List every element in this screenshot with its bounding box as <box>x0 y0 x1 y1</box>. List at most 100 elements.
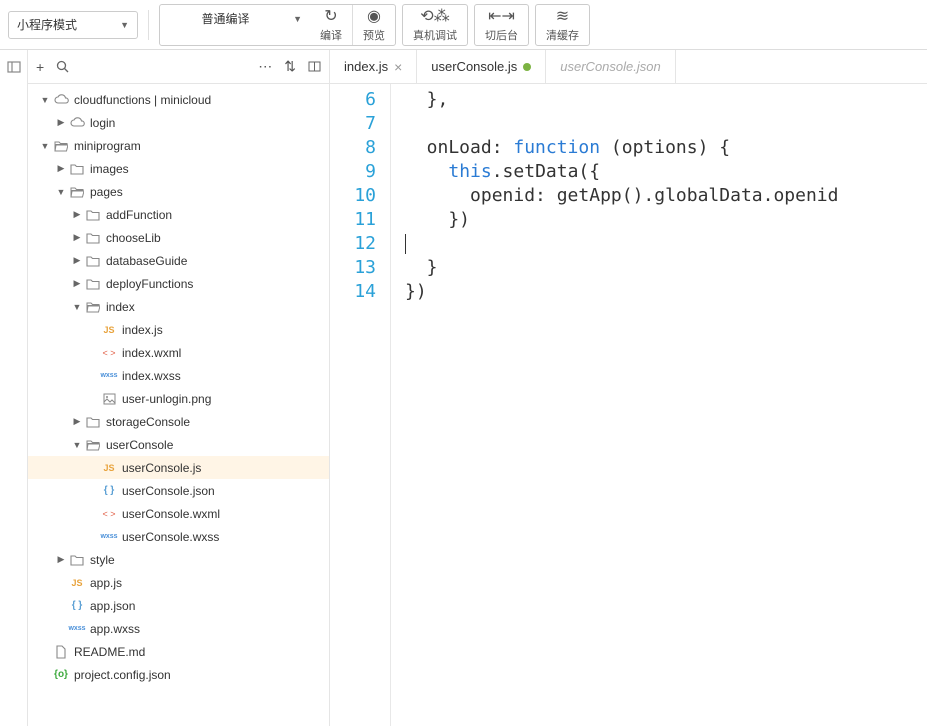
code-line: }) <box>405 208 838 232</box>
file-type-icon <box>68 163 86 175</box>
chevron-icon: ▶ <box>70 278 84 289</box>
background-button[interactable]: ⇤⇥ 切后台 <box>475 5 528 45</box>
tree-item-label: index.js <box>122 323 163 337</box>
tree-item-label: index.wxss <box>122 369 181 383</box>
tree-item[interactable]: user-unlogin.png <box>28 387 329 410</box>
tree-item[interactable]: ▶ deployFunctions <box>28 272 329 295</box>
chevron-icon: ▶ <box>54 554 68 565</box>
real-device-group: ⟲⁂ 真机调试 <box>402 4 468 46</box>
chevron-icon: ▼ <box>70 302 84 312</box>
chevron-icon: ▼ <box>70 440 84 450</box>
tree-item[interactable]: README.md <box>28 640 329 663</box>
code-editor[interactable]: 67891011121314 }, onLoad: function (opti… <box>330 84 927 726</box>
real-device-label: 真机调试 <box>413 27 457 43</box>
tree-item[interactable]: ▶login <box>28 111 329 134</box>
tree-item[interactable]: {o}project.config.json <box>28 663 329 686</box>
tree-item[interactable]: ▶ style <box>28 548 329 571</box>
preview-label: 预览 <box>363 27 385 43</box>
sidebar-toggle-icon[interactable] <box>3 56 25 78</box>
tree-item-label: userConsole.wxml <box>122 507 220 521</box>
modified-dot-icon <box>523 63 531 71</box>
tree-item[interactable]: ▶addFunction <box>28 203 329 226</box>
editor-tab[interactable]: userConsole.js <box>417 50 546 83</box>
line-number: 14 <box>330 280 376 304</box>
tree-item[interactable]: ▶images <box>28 157 329 180</box>
compile-dropdown-label: 普通编译 <box>202 10 250 27</box>
editor-tab[interactable]: userConsole.json <box>546 50 675 83</box>
split-icon[interactable] <box>308 60 321 73</box>
tab-label: userConsole.json <box>560 59 660 74</box>
tree-item-label: storageConsole <box>106 415 190 429</box>
tree-item[interactable]: JS index.js <box>28 318 329 341</box>
tree-item[interactable]: ▼ pages <box>28 180 329 203</box>
compile-button[interactable]: ↻ 编译 <box>310 5 353 45</box>
mode-dropdown-label: 小程序模式 <box>17 16 77 33</box>
more-icon[interactable]: ⋯ <box>258 58 272 75</box>
editor-gutter-separator <box>390 84 391 726</box>
sort-icon[interactable]: ⇅ <box>284 58 296 75</box>
tree-item-label: databaseGuide <box>106 254 187 268</box>
file-type-icon <box>84 301 102 313</box>
tree-item[interactable]: wxssindex.wxss <box>28 364 329 387</box>
expand-icon: ⇤⇥ <box>488 7 515 25</box>
file-type-icon <box>68 554 86 566</box>
file-type-icon: JS <box>100 463 118 473</box>
chevron-icon: ▶ <box>70 255 84 266</box>
file-type-icon: JS <box>100 325 118 335</box>
text-cursor <box>405 234 406 254</box>
tree-item[interactable]: ▼index <box>28 295 329 318</box>
new-file-icon[interactable]: + <box>36 59 44 75</box>
chevron-icon: ▶ <box>70 209 84 220</box>
tree-item-label: userConsole <box>106 438 173 452</box>
close-icon[interactable]: × <box>394 59 402 75</box>
refresh-icon: ↻ <box>324 7 337 25</box>
tab-label: userConsole.js <box>431 59 517 74</box>
tree-item[interactable]: wxssuserConsole.wxss <box>28 525 329 548</box>
file-type-icon: { } <box>68 600 86 611</box>
tree-item[interactable]: ▼cloudfunctions | minicloud <box>28 88 329 111</box>
tree-item-label: deployFunctions <box>106 277 193 291</box>
editor-tab[interactable]: index.js × <box>330 50 417 83</box>
compile-label: 编译 <box>320 27 342 43</box>
tree-item-label: style <box>90 553 115 567</box>
tree-item[interactable]: ▶chooseLib <box>28 226 329 249</box>
clear-cache-button[interactable]: ≋ 清缓存 <box>536 5 589 45</box>
cache-group: ≋ 清缓存 <box>535 4 590 46</box>
tree-item[interactable]: < >userConsole.wxml <box>28 502 329 525</box>
file-type-icon <box>52 140 70 152</box>
tree-item-label: miniprogram <box>74 139 141 153</box>
file-type-icon <box>52 94 70 105</box>
preview-button[interactable]: ◉ 预览 <box>353 5 395 45</box>
tree-item[interactable]: ▼ userConsole <box>28 433 329 456</box>
file-type-icon: wxss <box>68 625 86 632</box>
chevron-icon: ▼ <box>54 187 68 197</box>
tree-item[interactable]: { }app.json <box>28 594 329 617</box>
chevron-icon: ▶ <box>54 163 68 174</box>
tree-item[interactable]: < >index.wxml <box>28 341 329 364</box>
compile-dropdown[interactable]: 普通编译 ▼ <box>160 5 310 33</box>
bug-icon: ⟲⁂ <box>420 7 449 25</box>
tree-item[interactable]: wxssapp.wxss <box>28 617 329 640</box>
file-type-icon: JS <box>68 578 86 588</box>
file-type-icon: wxss <box>100 533 118 540</box>
tree-item[interactable]: ▼miniprogram <box>28 134 329 157</box>
real-device-button[interactable]: ⟲⁂ 真机调试 <box>403 5 467 45</box>
file-type-icon <box>84 232 102 244</box>
tree-item[interactable]: ▶ databaseGuide <box>28 249 329 272</box>
tree-item-label: userConsole.js <box>122 461 201 475</box>
file-tree: ▼cloudfunctions | minicloud▶login▼minipr… <box>28 84 329 726</box>
code-line: openid: getApp().globalData.openid <box>405 184 838 208</box>
mode-dropdown[interactable]: 小程序模式 ▼ <box>8 11 138 39</box>
file-type-icon: { } <box>100 485 118 496</box>
search-icon[interactable] <box>56 60 69 73</box>
bg-group: ⇤⇥ 切后台 <box>474 4 529 46</box>
tree-item[interactable]: ▶storageConsole <box>28 410 329 433</box>
tree-item[interactable]: JSapp.js <box>28 571 329 594</box>
tree-item[interactable]: JS userConsole.js <box>28 456 329 479</box>
tab-label: index.js <box>344 59 388 74</box>
tree-item-label: pages <box>90 185 123 199</box>
code-line: this.setData({ <box>405 160 838 184</box>
tree-item[interactable]: { }userConsole.json <box>28 479 329 502</box>
code-line: }) <box>405 280 838 304</box>
chevron-icon: ▶ <box>54 117 68 128</box>
